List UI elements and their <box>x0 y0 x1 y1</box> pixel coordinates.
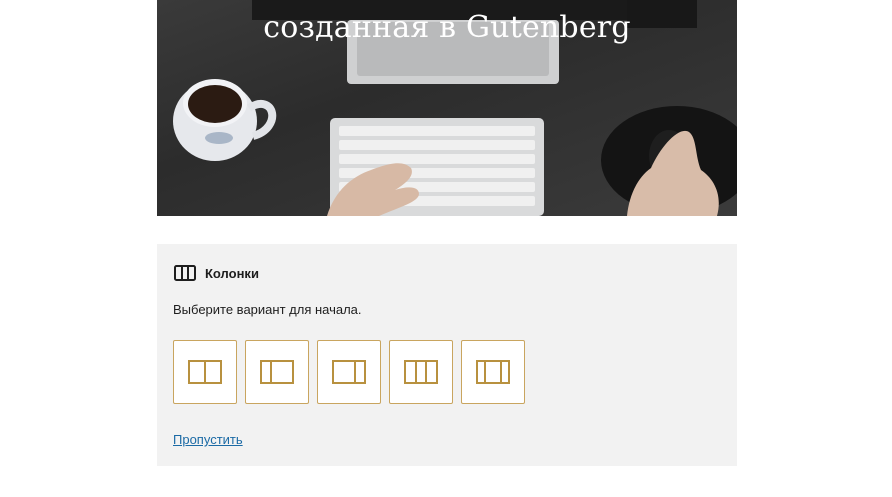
variation-25-50-25-button[interactable] <box>461 340 525 404</box>
variation-66-33-button[interactable] <box>317 340 381 404</box>
placeholder-instructions: Выберите вариант для начала. <box>173 302 362 317</box>
placeholder-header: Колонки <box>174 265 259 281</box>
placeholder-label: Колонки <box>205 265 259 281</box>
variation-50-50-button[interactable] <box>173 340 237 404</box>
cover-title[interactable]: созданная в Gutenberg <box>157 10 737 45</box>
variation-picker <box>173 340 525 404</box>
variation-33-33-33-button[interactable] <box>389 340 453 404</box>
cover-block: созданная в Gutenberg <box>157 0 737 216</box>
columns-25-50-25-icon <box>476 360 510 384</box>
columns-block-placeholder: Колонки Выберите вариант для начала. Про… <box>157 244 737 466</box>
columns-icon <box>174 265 196 281</box>
columns-50-50-icon <box>188 360 222 384</box>
skip-link[interactable]: Пропустить <box>173 432 243 447</box>
columns-33-66-icon <box>260 360 294 384</box>
columns-33-33-33-icon <box>404 360 438 384</box>
columns-66-33-icon <box>332 360 366 384</box>
variation-33-66-button[interactable] <box>245 340 309 404</box>
